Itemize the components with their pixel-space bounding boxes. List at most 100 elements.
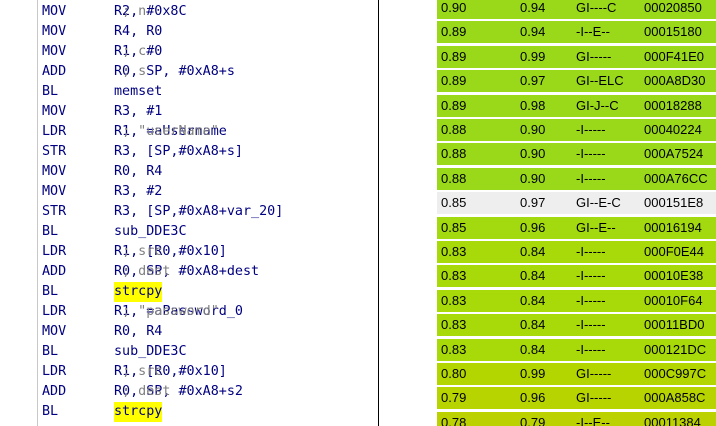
- result-address: 00011BD0: [644, 317, 705, 333]
- result-address: 000F41E0: [644, 48, 704, 64]
- result-address: 00011384: [644, 414, 701, 426]
- disasm-mnemonic: BL: [42, 84, 59, 99]
- disasm-line[interactable]: BL sub_DDE3C: [0, 222, 378, 242]
- disasm-line[interactable]: STR R3, [SP,#0xA8+s]: [0, 142, 378, 162]
- disasm-mnemonic: STR: [42, 144, 67, 159]
- disasm-line[interactable]: BL memset: [0, 82, 378, 102]
- result-address: 000151E8: [644, 195, 704, 211]
- result-confidence: 0.79: [520, 414, 546, 426]
- disasm-operands[interactable]: memset: [114, 82, 162, 102]
- result-row[interactable]: 0.89 0.97 GI--ELC 000A8D30: [437, 70, 716, 93]
- result-confidence: 0.84: [520, 292, 546, 308]
- result-flags: GI--ELC: [576, 73, 624, 89]
- result-address: 00010F64: [644, 292, 703, 308]
- result-address: 00016194: [644, 219, 702, 235]
- disasm-mnemonic: BL: [42, 344, 59, 359]
- result-similarity: 0.89: [441, 48, 467, 64]
- result-row[interactable]: 0.83 0.84 -I----- 000F0E44: [437, 241, 716, 263]
- disasm-operands[interactable]: sub_DDE3C: [114, 222, 187, 242]
- result-similarity: 0.79: [441, 390, 467, 406]
- disasm-mnemonic: LDR: [42, 364, 67, 379]
- disasm-line[interactable]: BL strcpy: [0, 402, 378, 422]
- disasm-line[interactable]: ADD R0, SP, #0xA8+s ; s: [0, 62, 378, 82]
- result-flags: -I-----: [576, 292, 606, 308]
- disasm-comment: ; src: [122, 244, 163, 259]
- disasm-comment: ; dest: [122, 264, 171, 279]
- disasm-line[interactable]: MOV R0, R4: [0, 162, 378, 182]
- result-confidence: 0.99: [520, 48, 546, 64]
- result-row[interactable]: 0.89 0.99 GI----- 000F41E0: [437, 45, 716, 68]
- disasm-operands[interactable]: R0, R4: [114, 322, 162, 342]
- disasm-line[interactable]: MOV R0, R4: [0, 322, 378, 342]
- disasm-line[interactable]: BL sub_DDE3C: [0, 342, 378, 362]
- disasm-line[interactable]: ADD R0, SP, #0xA8+dest ; dest: [0, 262, 378, 282]
- result-flags: -I-----: [576, 122, 606, 137]
- disasm-mnemonic: ADD: [42, 384, 67, 399]
- result-similarity: 0.85: [441, 195, 467, 211]
- result-row[interactable]: 0.88 0.90 -I----- 00040224: [437, 119, 716, 141]
- result-flags: GI-----: [576, 390, 612, 406]
- result-row[interactable]: 0.83 0.84 -I----- 000121DC: [437, 338, 716, 361]
- result-confidence: 0.84: [520, 244, 546, 259]
- result-row[interactable]: 0.83 0.84 -I----- 00010F64: [437, 289, 716, 312]
- result-confidence: 0.96: [520, 219, 546, 235]
- disasm-line[interactable]: BL strcpy: [0, 282, 378, 302]
- result-confidence: 0.90: [520, 122, 546, 137]
- result-address: 000A8D30: [644, 73, 706, 89]
- disasm-line[interactable]: STR R3, [SP,#0xA8+var_20]: [0, 202, 378, 222]
- result-row[interactable]: 0.90 0.94 GI----C 00020850: [437, 0, 716, 19]
- result-row[interactable]: 0.83 0.84 -I----- 00011BD0: [437, 314, 716, 337]
- result-flags: GI-----: [576, 48, 612, 64]
- disasm-line[interactable]: LDR R1, =aPassword_0 ; "password": [0, 302, 378, 322]
- result-flags: -I--E--: [576, 414, 610, 426]
- disasm-line[interactable]: ADD R0, SP, #0xA8+s2 ; dest: [0, 382, 378, 402]
- disasm-operand-group: R1, =aUsername ; "userName": [114, 122, 227, 142]
- result-similarity: 0.88: [441, 122, 467, 137]
- disasm-line[interactable]: MOV R2, #0x8C ; n: [0, 2, 378, 22]
- result-flags: -I-----: [576, 244, 606, 259]
- disasm-operands[interactable]: R3, #2: [114, 182, 162, 202]
- disasm-operands-highlighted[interactable]: strcpy: [114, 402, 163, 422]
- result-confidence: 0.94: [520, 0, 546, 15]
- disasm-operands[interactable]: R3, #1: [114, 102, 162, 122]
- result-row[interactable]: 0.89 0.94 -I--E-- 00015180: [437, 21, 716, 44]
- disasm-mnemonic: ADD: [42, 64, 67, 79]
- result-row[interactable]: 0.79 0.96 GI----- 000A858C: [437, 387, 716, 410]
- result-row[interactable]: 0.80 0.99 GI----- 000C997C: [437, 363, 716, 385]
- result-similarity: 0.89: [441, 73, 467, 89]
- result-row[interactable]: 0.89 0.98 GI-J--C 00018288: [437, 94, 716, 117]
- disasm-mnemonic: MOV: [42, 104, 67, 119]
- disasm-operands[interactable]: R3, [SP,#0xA8+s]: [114, 142, 243, 162]
- result-row-selected[interactable]: 0.85 0.97 GI--E-C 000151E8: [437, 192, 716, 215]
- disasm-mnemonic: BL: [42, 284, 59, 299]
- result-row[interactable]: 0.83 0.84 -I----- 00010E38: [437, 265, 716, 288]
- disasm-mnemonic: BL: [42, 404, 59, 419]
- result-row[interactable]: 0.88 0.90 -I----- 000A7524: [437, 143, 716, 166]
- result-similarity: 0.83: [441, 268, 467, 284]
- disassembly-view[interactable]: MOV R2, #0x8C ; n MOV R4, R0 MOV R1, #0 ; c AD…: [0, 0, 378, 426]
- disasm-mnemonic: ADD: [42, 264, 67, 279]
- disasm-line[interactable]: MOV R4, R0: [0, 22, 378, 42]
- result-row[interactable]: 0.85 0.96 GI--E-- 00016194: [437, 216, 716, 239]
- result-row[interactable]: 0.88 0.90 -I----- 000A76CC: [437, 167, 716, 190]
- disasm-operands-highlighted[interactable]: strcpy: [114, 282, 163, 302]
- disasm-operands[interactable]: sub_DDE3C: [114, 342, 187, 362]
- disasm-line[interactable]: MOV R3, #2: [0, 182, 378, 202]
- result-flags: GI--E--: [576, 219, 616, 235]
- disasm-comment: ; n: [122, 4, 147, 19]
- disasm-line[interactable]: LDR R1, =aUsername ; "userName": [0, 122, 378, 142]
- result-row[interactable]: 0.78 0.79 -I--E-- 00011384: [437, 411, 716, 426]
- result-confidence: 0.96: [520, 390, 546, 406]
- disasm-line[interactable]: LDR R1, [R0,#0x10] ; src: [0, 362, 378, 382]
- disasm-operand-group: R0, SP, #0xA8+s ; s: [114, 62, 235, 82]
- disasm-line[interactable]: MOV R3, #1: [0, 102, 378, 122]
- disasm-operands[interactable]: R3, [SP,#0xA8+var_20]: [114, 202, 283, 222]
- disasm-line[interactable]: MOV R1, #0 ; c: [0, 42, 378, 62]
- disasm-operands[interactable]: R4, R0: [114, 22, 162, 42]
- result-address: 000A7524: [644, 146, 704, 162]
- result-confidence: 0.97: [520, 195, 546, 211]
- disasm-mnemonic: LDR: [42, 124, 67, 139]
- disasm-line[interactable]: LDR R1, [R0,#0x10] ; src: [0, 242, 378, 262]
- similarity-results-table[interactable]: 0.90 0.94 GI----C 00020850 0.89 0.94 -I--E-- 00…: [437, 0, 716, 426]
- disasm-operands[interactable]: R0, R4: [114, 162, 162, 182]
